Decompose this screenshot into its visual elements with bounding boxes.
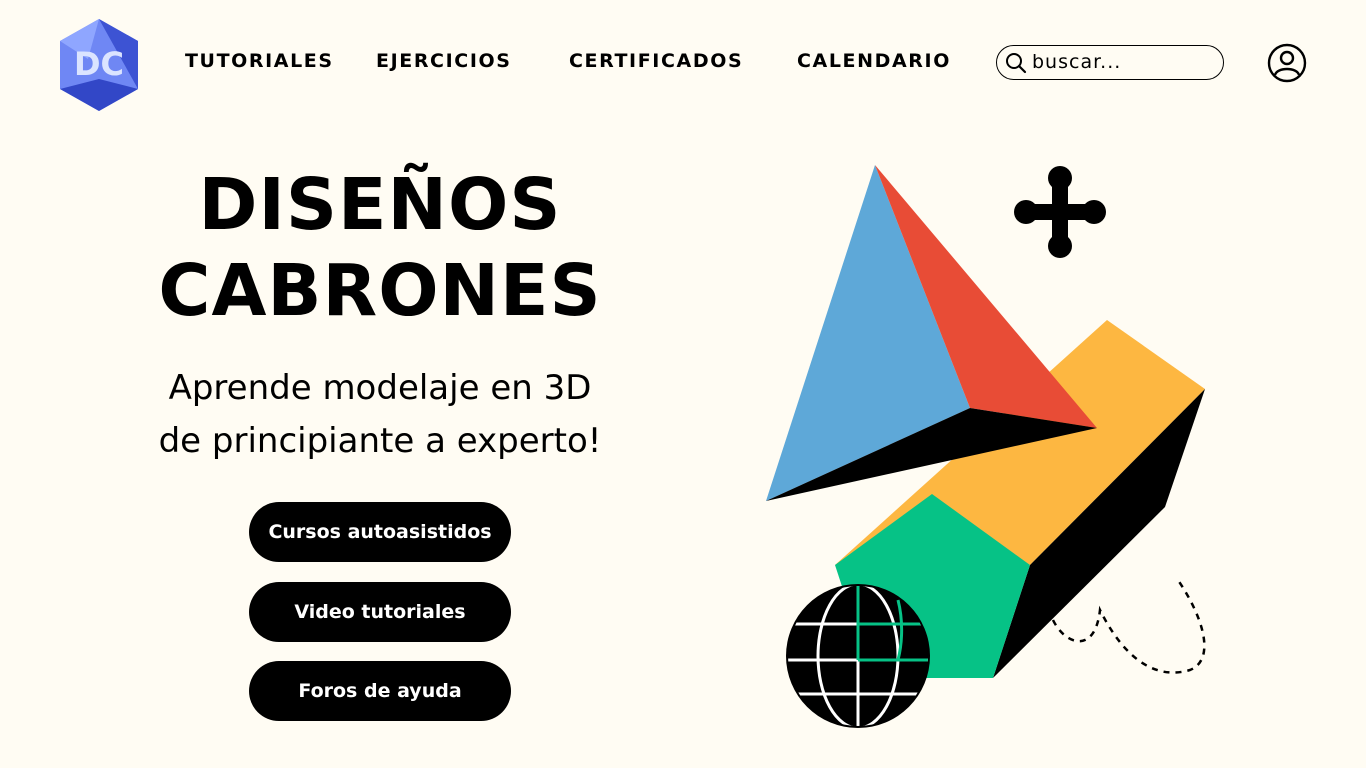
help-forums-button[interactable]: Foros de ayuda — [249, 661, 511, 721]
search-input[interactable] — [1032, 50, 1212, 74]
hero-title-line1: DISEÑOS — [198, 163, 562, 246]
search-box[interactable] — [996, 45, 1224, 80]
nav-ejercicios[interactable]: EJERCICIOS — [376, 50, 512, 72]
3d-shapes-illustration — [766, 165, 1206, 728]
search-icon — [1006, 53, 1027, 74]
hero-subtitle: Aprende modelaje en 3D de principiante a… — [100, 362, 660, 468]
self-paced-courses-button[interactable]: Cursos autoasistidos — [249, 502, 511, 562]
nav-tutoriales[interactable]: TUTORIALES — [185, 50, 334, 72]
nav-certificados[interactable]: CERTIFICADOS — [569, 50, 743, 72]
logo-text: DC — [74, 45, 124, 83]
hero-title-line2: CABRONES — [158, 249, 602, 332]
hero-subtitle-line2: de principiante a experto! — [158, 421, 602, 461]
plus-node-icon — [1014, 166, 1106, 258]
nav-calendario[interactable]: CALENDARIO — [797, 50, 951, 72]
user-account-icon[interactable] — [1267, 43, 1307, 83]
video-tutorials-button[interactable]: Video tutoriales — [249, 582, 511, 642]
hero-subtitle-line1: Aprende modelaje en 3D — [168, 368, 592, 408]
landing-page: DC TUTORIALES EJERCICIOS CERTIFICADOS CA… — [0, 0, 1366, 768]
hero-title: DISEÑOS CABRONES — [100, 162, 660, 334]
dc-logo[interactable]: DC — [58, 19, 140, 111]
